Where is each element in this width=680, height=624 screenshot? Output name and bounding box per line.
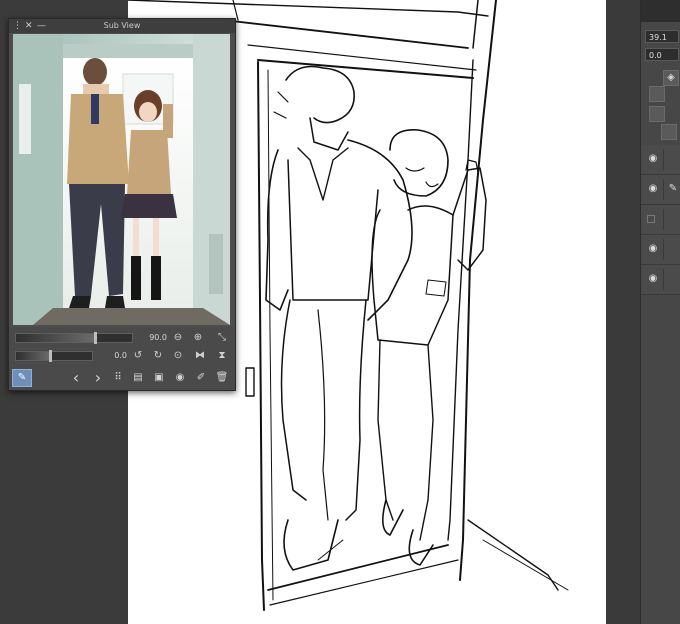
right-panel-header [641,0,680,22]
sketch-floor-line-2 [482,539,569,591]
sketch-boy-head [285,65,355,124]
pen-icon: ✎ [668,183,678,194]
grid-icon[interactable]: ⠿ [111,371,125,385]
sketch-boy-right-arm [347,139,413,321]
zoom-in-icon[interactable]: ⊕ [191,331,205,345]
sketch-boy-shoe-detail [317,539,344,561]
zoom-slider-fill [16,334,95,342]
eye-icon[interactable]: ◉ [647,243,659,255]
layer-row[interactable]: ◉ ✎ [641,175,680,205]
zoom-slider[interactable] [15,332,133,344]
rotate-left-icon[interactable]: ↺ [131,349,145,363]
layer-row[interactable]: ◉ [641,265,680,295]
sketch-girl-left-leg [377,339,394,521]
rotate-slider-fill [16,352,51,360]
sketch-girl-face [405,167,439,188]
sketch-hinge [245,367,255,397]
rotate-right-icon[interactable]: ↻ [151,349,165,363]
workspace-background-right [606,0,640,624]
edit-icon[interactable]: ✐ [194,371,208,385]
sketch-threshold [267,544,449,591]
layer-row[interactable] [641,205,680,235]
next-image-icon[interactable]: › [91,370,105,386]
sketch-girl-pocket [425,279,447,297]
sketch-left-jamb-inner [267,69,274,601]
fit-to-window-icon[interactable]: ⤡ [215,331,229,345]
eye-icon[interactable]: ◉ [647,273,659,285]
sketch-right-jamb-outer [459,0,497,581]
reference-photo[interactable] [13,34,230,325]
sketch-line-top [128,0,489,17]
zoom-out-icon[interactable]: ⊖ [171,331,185,345]
sketch-transom-left [232,0,239,21]
zoom-slider-handle[interactable] [93,332,97,344]
layer-separator [663,269,664,290]
sketch-floor-line [467,519,559,591]
sketch-girl-right-leg [419,344,434,541]
sketch-boy-right-leg [345,299,367,521]
sub-view-titlebar[interactable]: ⋮ ✕ — Sub View [9,19,235,33]
eyedropper-icon[interactable]: ✎ [12,369,32,387]
sketch-boy-shoe [283,519,339,571]
trash-icon[interactable]: 🗑 [215,371,229,385]
layer-separator [663,149,664,170]
layers-icon[interactable]: ◈ [663,70,679,86]
sketch-boy-inner-leg [317,309,329,521]
sketch-boy-vest [287,159,379,301]
layer-separator [663,179,664,200]
import-image-icon[interactable]: ▤ [131,371,145,385]
layer-mask-icon[interactable] [649,106,665,122]
layer-row[interactable]: ◉ [641,235,680,265]
previous-image-icon[interactable]: ‹ [69,370,83,386]
sketch-boy-hair-strokes [273,91,289,119]
layer-settings-icon[interactable] [661,124,677,140]
sub-view-title: Sub View [103,21,141,30]
sub-view-controls: 90.0 ⊖ ⊕ ⤡ 0.0 ↺ ↻ ⊙ ⧓ ⧗ ✎ ‹ › ⠿ ▤ ▣ ◉ ✐… [9,327,235,390]
reset-rotation-icon[interactable]: ⊙ [171,349,185,363]
visibility-checkbox[interactable] [647,215,655,223]
layer-row[interactable]: ◉ [641,145,680,175]
layer-separator [663,239,664,260]
sketch-girl-left-shoe [382,499,404,536]
right-panel: 39.1 0.0 ◈ ◉ ◉ ✎ ◉ ◉ [640,0,680,624]
reference-photo-illustration [13,34,230,325]
sketch-door-header-top [247,44,477,71]
sketch-boy-left-leg [280,299,307,501]
property-field-1[interactable]: 39.1 [645,30,679,43]
sub-view-window: ⋮ ✕ — Sub View 90.0 ⊖ ⊕ ⤡ 0.0 ↺ ↻ ⊙ ⧓ ⧗ … [8,18,236,391]
new-layer-icon[interactable] [649,86,665,102]
sketch-transom-bottom [222,19,469,49]
eye-icon[interactable]: ◉ [647,183,659,195]
sketch-transom-right [472,0,479,49]
sketch-boy-collar [297,147,349,201]
add-image-icon[interactable]: ▣ [152,371,166,385]
rotate-value[interactable]: 0.0 [101,351,127,361]
flip-vertical-icon[interactable]: ⧗ [215,349,229,363]
layer-separator [663,209,664,230]
sketch-left-jamb [257,61,265,611]
flip-horizontal-icon[interactable]: ⧓ [193,349,207,363]
rotate-slider-handle[interactable] [49,350,53,362]
eye-icon[interactable]: ◉ [647,153,659,165]
sketch-girl-head [389,129,449,197]
zoom-value[interactable]: 90.0 [141,333,167,343]
rotate-slider[interactable] [15,350,93,362]
camera-icon[interactable]: ◉ [173,371,187,385]
property-field-2[interactable]: 0.0 [645,48,679,61]
